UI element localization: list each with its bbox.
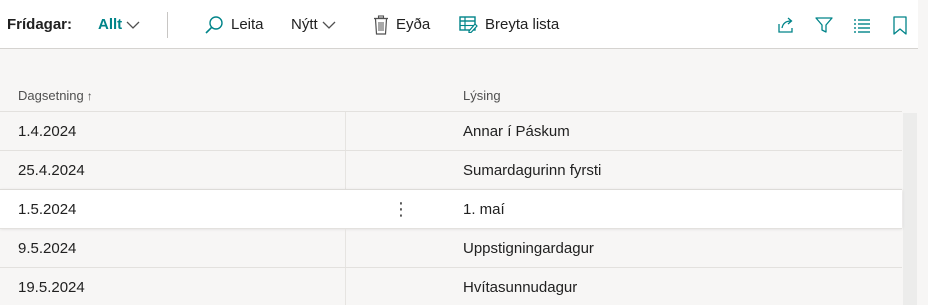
date-cell[interactable]: 19.5.2024: [18, 268, 85, 305]
description-cell[interactable]: 1. maí: [463, 190, 505, 228]
column-divider: [345, 268, 346, 305]
table-row-selected[interactable]: 1.5.2024 ⋮ 1. maí: [0, 189, 902, 228]
delete-label: Eyða: [396, 16, 431, 33]
share-icon[interactable]: [775, 14, 797, 36]
date-cell[interactable]: 1.5.2024: [18, 190, 76, 228]
table-row[interactable]: 25.4.2024 Sumardagurinn fyrsti: [0, 150, 902, 189]
column-divider: [345, 112, 346, 150]
row-actions-menu-icon[interactable]: ⋮: [392, 190, 410, 228]
column-header-date[interactable]: Dagsetning ↑: [18, 88, 93, 103]
action-bar: Frídagar: Allt Leita Nýtt Eyða Breyta li…: [0, 0, 918, 49]
description-cell[interactable]: Uppstigningardagur: [463, 229, 594, 267]
edit-list-label: Breyta lista: [485, 16, 560, 33]
table-body: 1.4.2024 Annar í Páskum 25.4.2024 Sumard…: [0, 111, 902, 305]
edit-list-button[interactable]: Breyta lista: [459, 0, 559, 49]
column-header-description[interactable]: Lýsing: [463, 88, 501, 103]
vertical-scrollbar[interactable]: [903, 113, 917, 305]
list-icon[interactable]: [851, 14, 873, 36]
chevron-down-icon: [322, 21, 336, 29]
sort-ascending-icon: ↑: [86, 88, 93, 103]
new-button[interactable]: Nýtt: [291, 0, 336, 49]
table-row[interactable]: 1.4.2024 Annar í Páskum: [0, 111, 902, 150]
date-cell[interactable]: 1.4.2024: [18, 112, 76, 150]
bookmark-icon[interactable]: [889, 14, 911, 36]
filter-icon[interactable]: [813, 14, 835, 36]
edit-list-icon: [459, 16, 478, 33]
table-row[interactable]: 19.5.2024 Hvítasunnudagur: [0, 267, 902, 305]
new-label: Nýtt: [291, 16, 318, 33]
search-label: Leita: [231, 16, 264, 33]
page-title: Frídagar:: [7, 16, 73, 33]
view-label: Allt: [98, 16, 123, 33]
column-divider: [345, 151, 346, 189]
delete-button[interactable]: Eyða: [373, 0, 430, 49]
trash-icon: [374, 14, 388, 35]
toolbar-divider: [167, 12, 168, 38]
chevron-down-icon: [126, 21, 140, 29]
description-cell[interactable]: Hvítasunnudagur: [463, 268, 577, 305]
search-button[interactable]: Leita: [204, 0, 264, 49]
search-icon: [205, 15, 223, 34]
view-selector[interactable]: Allt: [98, 0, 140, 49]
date-cell[interactable]: 9.5.2024: [18, 229, 76, 267]
table-row[interactable]: 9.5.2024 Uppstigningardagur: [0, 228, 902, 267]
column-header-description-label: Lýsing: [463, 88, 501, 103]
date-cell[interactable]: 25.4.2024: [18, 151, 85, 189]
table-header: Dagsetning ↑ Lýsing: [0, 80, 902, 112]
column-divider: [345, 229, 346, 267]
column-header-date-label: Dagsetning: [18, 88, 84, 103]
description-cell[interactable]: Sumardagurinn fyrsti: [463, 151, 601, 189]
description-cell[interactable]: Annar í Páskum: [463, 112, 570, 150]
